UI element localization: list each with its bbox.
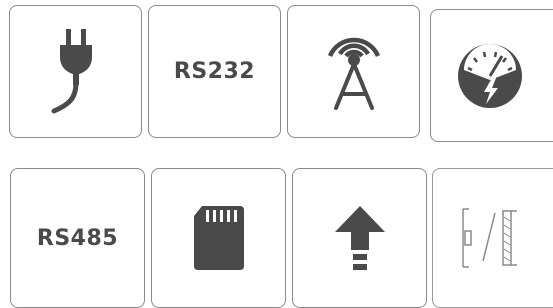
gauge-lightning-icon xyxy=(454,40,526,112)
upload-arrow-icon xyxy=(334,206,385,270)
wall-mount-icon xyxy=(455,203,525,273)
sd-card-tile-button[interactable] xyxy=(151,168,286,308)
antenna-tower-icon xyxy=(326,32,382,112)
upload-tile-button[interactable] xyxy=(292,168,427,308)
power-tile-button[interactable] xyxy=(9,5,142,138)
rs232-label: RS232 xyxy=(173,59,256,84)
rs485-label: RS485 xyxy=(36,225,119,251)
power-plug-icon xyxy=(46,27,106,117)
sd-card-icon xyxy=(193,206,244,270)
antenna-tile-button[interactable] xyxy=(287,5,420,138)
rs485-tile-button[interactable]: RS485 xyxy=(10,168,145,308)
rs232-tile-button[interactable]: RS232 xyxy=(148,5,281,138)
mount-tile-button[interactable] xyxy=(432,168,553,308)
meter-tile-button[interactable] xyxy=(430,9,553,142)
